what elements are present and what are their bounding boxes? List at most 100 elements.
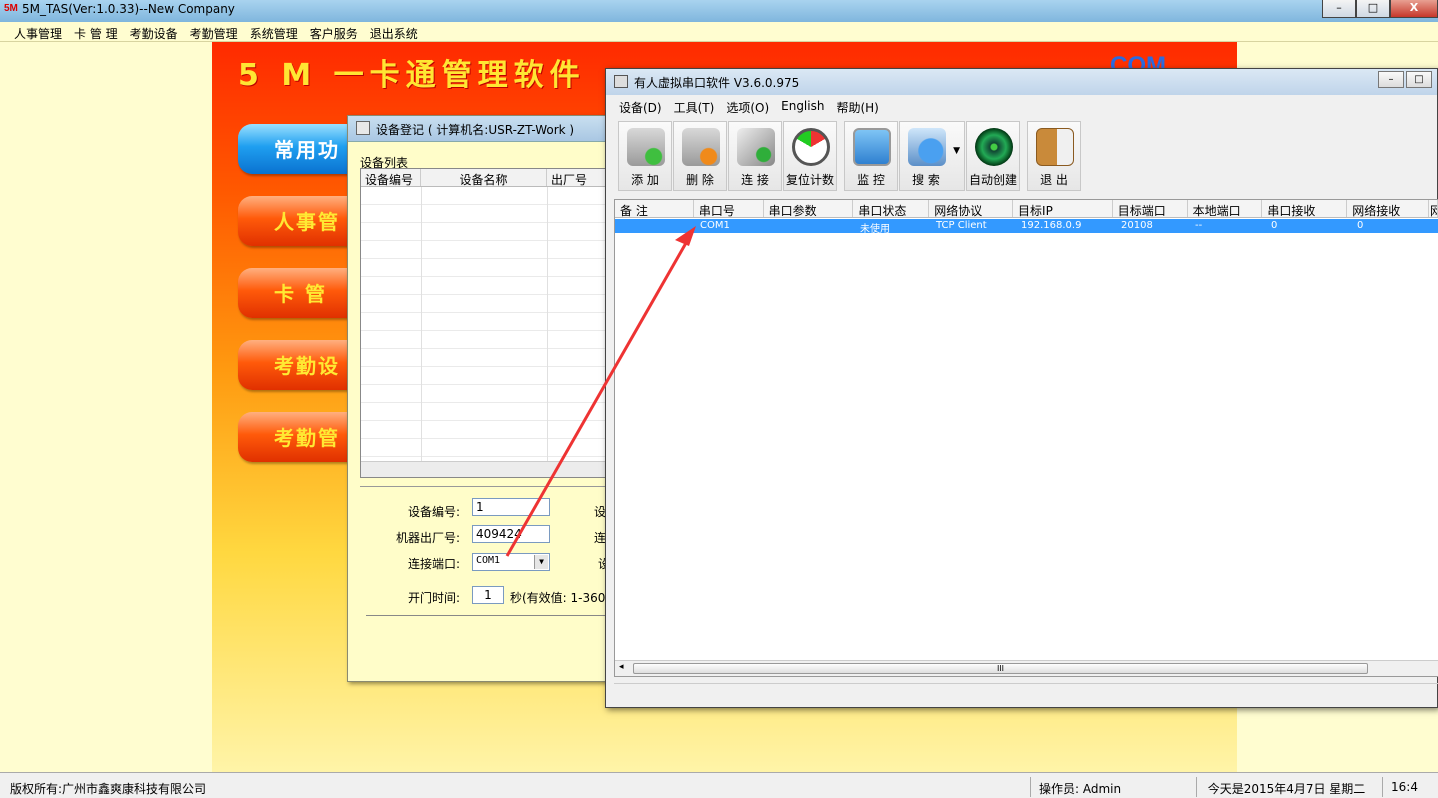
monitor-icon [853, 128, 891, 166]
reset-count-button[interactable]: 复位计数 [783, 121, 837, 191]
maximize-button[interactable]: □ [1356, 0, 1390, 18]
serial-label: 机器出厂号: [395, 531, 460, 545]
virtual-serial-window: 有人虚拟串口软件 V3.6.0.975 – □ 设备(D) 工具(T) 选项(O… [605, 68, 1438, 708]
device-no-label: 设备编号: [407, 505, 460, 519]
device-form: 设备编号: 1 机器出厂号: 409424 连接端口: COM1 ▼ 开门时间:… [360, 486, 610, 667]
table-row[interactable]: COM1 未使用 TCP Client 192.168.0.9 20108 --… [615, 219, 1438, 235]
status-bar: 版权所有:广州市鑫爽康科技有限公司 操作员: Admin 今天是2015年4月7… [0, 772, 1438, 798]
cell-port: COM1 [700, 220, 730, 231]
search-button[interactable]: ▼ 搜 索 [899, 121, 965, 191]
monitor-label: 监 控 [857, 173, 885, 187]
status-time: 16:4 [1382, 777, 1438, 797]
dialog-icon [356, 121, 370, 135]
auto-create-button[interactable]: 自动创建 [966, 121, 1020, 191]
status-copyright: 版权所有:广州市鑫爽康科技有限公司 [10, 782, 207, 796]
minimize-button[interactable]: – [1322, 0, 1356, 18]
cell-status: 未使用 [860, 224, 890, 235]
dialog-title: 设备登记 ( 计算机名:USR-ZT-Work ) [376, 123, 575, 137]
port-select[interactable]: COM1 ▼ [472, 553, 550, 571]
vsp-status-bar [614, 683, 1438, 705]
col-protocol[interactable]: 网络协议 [929, 200, 1014, 217]
serial-remove-icon [682, 128, 720, 166]
add-label: 添 加 [631, 173, 659, 187]
col-note[interactable]: 备 注 [615, 200, 694, 217]
app-logo-icon: 5M [4, 3, 18, 14]
close-button[interactable]: X [1390, 0, 1438, 18]
exit-button[interactable]: 退 出 [1027, 121, 1081, 191]
scroll-left-icon[interactable]: ◂ [619, 662, 624, 672]
col-device-name[interactable]: 设备名称 [421, 169, 547, 187]
device-list-hscroll[interactable] [361, 461, 609, 477]
delete-label: 删 除 [686, 173, 714, 187]
menu-exit[interactable]: 退出系统 [364, 22, 424, 41]
serial-input[interactable]: 409424 [472, 525, 550, 543]
cell-local-port: -- [1195, 220, 1203, 231]
vsp-title-bar: 有人虚拟串口软件 V3.6.0.975 – □ [606, 69, 1437, 95]
vsp-app-icon [614, 75, 628, 88]
status-operator: 操作员: Admin [1030, 777, 1188, 797]
col-port[interactable]: 串口号 [694, 200, 764, 217]
serial-add-icon [627, 128, 665, 166]
cell-target-port: 20108 [1121, 220, 1153, 231]
port-table-hscroll[interactable]: ◂ III [615, 660, 1438, 676]
col-target-port[interactable]: 目标端口 [1113, 200, 1188, 217]
vsp-title: 有人虚拟串口软件 V3.6.0.975 [634, 76, 800, 90]
stopwatch-icon [792, 128, 830, 166]
col-serial[interactable]: 出厂号 [547, 169, 607, 187]
search-network-icon [908, 128, 946, 166]
vsp-menu-tools[interactable]: 工具(T) [669, 95, 722, 117]
add-button[interactable]: 添 加 [618, 121, 672, 191]
window-title: 5M_TAS(Ver:1.0.33)--New Company [22, 2, 235, 16]
col-net-rx[interactable]: 网络接收 [1347, 200, 1429, 217]
vsp-minimize-button[interactable]: – [1378, 71, 1404, 88]
menu-system[interactable]: 系统管理 [244, 22, 304, 41]
connect-button[interactable]: 连 接 [728, 121, 782, 191]
col-target-ip[interactable]: 目标IP [1013, 200, 1113, 217]
scroll-thumb[interactable]: III [633, 663, 1368, 674]
vsp-menu-bar: 设备(D) 工具(T) 选项(O) English 帮助(H) [606, 95, 1437, 117]
menu-attendance-device[interactable]: 考勤设备 [124, 22, 184, 41]
chevron-down-icon[interactable]: ▼ [534, 555, 548, 569]
connect-label: 连 接 [741, 173, 769, 187]
port-table[interactable]: 备 注 串口号 串口参数 串口状态 网络协议 目标IP 目标端口 本地端口 串口… [614, 199, 1438, 677]
radar-icon [975, 128, 1013, 166]
cell-protocol: TCP Client [936, 220, 987, 231]
vsp-maximize-button[interactable]: □ [1406, 71, 1432, 88]
device-list[interactable]: 设备编号 设备名称 出厂号 [360, 168, 610, 478]
cell-net-rx: 0 [1357, 220, 1364, 231]
col-serial-rx[interactable]: 串口接收 [1262, 200, 1348, 217]
plug-icon [737, 128, 775, 166]
col-more[interactable]: 网 [1429, 200, 1438, 217]
menu-customer-service[interactable]: 客户服务 [304, 22, 364, 41]
menu-card[interactable]: 卡 管 理 [68, 22, 124, 41]
menu-personnel[interactable]: 人事管理 [8, 22, 68, 41]
main-title-bar: 5M 5M_TAS(Ver:1.0.33)--New Company – □ X [0, 0, 1438, 22]
dialog-title-bar: 设备登记 ( 计算机名:USR-ZT-Work ) [348, 116, 608, 142]
menu-attendance-manage[interactable]: 考勤管理 [184, 22, 244, 41]
reset-count-label: 复位计数 [785, 173, 834, 187]
cell-serial-rx: 0 [1271, 220, 1278, 231]
port-label: 连接端口: [407, 557, 460, 571]
device-no-input[interactable]: 1 [472, 498, 550, 516]
main-menu-bar: 人事管理 卡 管 理 考勤设备 考勤管理 系统管理 客户服务 退出系统 [0, 22, 1438, 42]
open-time-label: 开门时间: [407, 591, 460, 605]
device-registration-dialog: 设备登记 ( 计算机名:USR-ZT-Work ) 设备列表 设备编号 设备名称… [347, 115, 610, 682]
open-time-hint: 秒(有效值: 1-360 [510, 591, 606, 605]
vsp-menu-help[interactable]: 帮助(H) [831, 95, 885, 117]
col-params[interactable]: 串口参数 [764, 200, 854, 217]
banner-title: 5 M 一卡通管理软件 [238, 58, 586, 93]
device-list-rows [361, 187, 609, 461]
open-time-input[interactable]: 1 [472, 586, 504, 604]
col-local-port[interactable]: 本地端口 [1188, 200, 1263, 217]
cell-target-ip: 192.168.0.9 [1021, 220, 1082, 231]
vsp-menu-english[interactable]: English [776, 95, 831, 117]
auto-create-label: 自动创建 [968, 173, 1017, 187]
vsp-menu-options[interactable]: 选项(O) [721, 95, 776, 117]
delete-button[interactable]: 删 除 [673, 121, 727, 191]
chevron-down-icon[interactable]: ▼ [953, 146, 960, 156]
exit-door-icon [1036, 128, 1074, 166]
col-device-no[interactable]: 设备编号 [361, 169, 421, 187]
monitor-button[interactable]: 监 控 [844, 121, 898, 191]
col-status[interactable]: 串口状态 [853, 200, 930, 217]
vsp-menu-device[interactable]: 设备(D) [614, 95, 669, 117]
